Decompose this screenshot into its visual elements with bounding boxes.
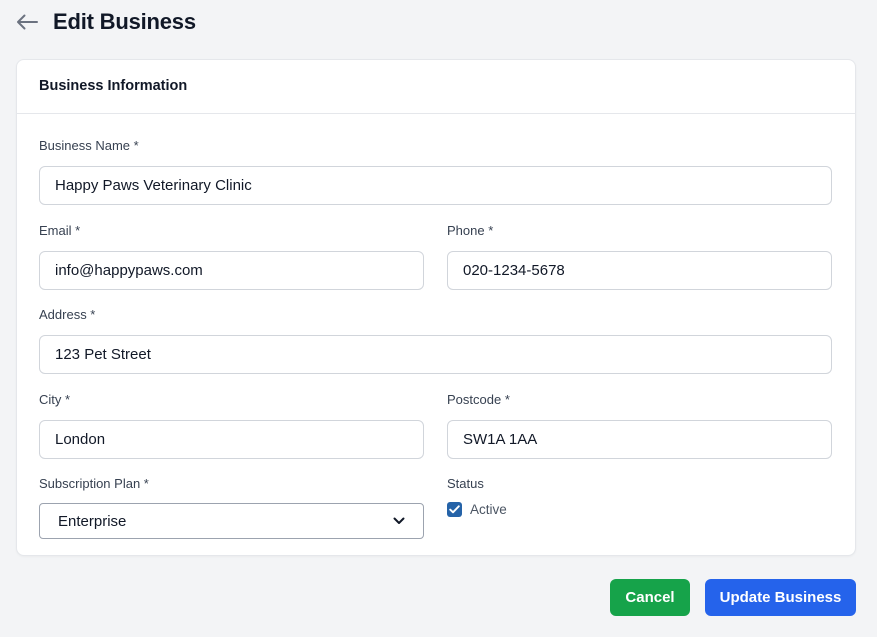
active-checkbox[interactable]: [447, 502, 462, 517]
subscription-plan-label: Subscription Plan *: [39, 476, 149, 491]
status-label: Status: [447, 476, 484, 491]
email-input[interactable]: [39, 251, 424, 290]
checkmark-icon: [449, 505, 460, 514]
subscription-plan-value: Enterprise: [58, 512, 127, 530]
email-label: Email *: [39, 223, 81, 238]
page-title: Edit Business: [53, 9, 196, 34]
phone-input[interactable]: [447, 251, 832, 290]
business-name-label: Business Name *: [39, 138, 139, 153]
arrow-left-icon: [17, 14, 38, 30]
subscription-plan-field: Subscription Plan * Enterprise: [39, 476, 424, 539]
phone-field: Phone *: [447, 223, 832, 290]
city-label: City *: [39, 392, 71, 407]
email-field: Email *: [39, 223, 424, 290]
city-input[interactable]: [39, 420, 424, 459]
phone-label: Phone *: [447, 223, 494, 238]
business-name-input[interactable]: [39, 166, 832, 205]
postcode-label: Postcode *: [447, 392, 510, 407]
business-information-card: Business Information Business Name * Ema…: [16, 59, 856, 556]
status-field: Status Active: [447, 476, 832, 526]
address-label: Address *: [39, 307, 96, 322]
postcode-field: Postcode *: [447, 392, 832, 459]
card-header: Business Information: [17, 60, 855, 114]
page-header: Edit Business: [14, 8, 196, 36]
subscription-plan-select[interactable]: Enterprise: [39, 503, 424, 539]
back-button[interactable]: [14, 9, 40, 35]
cancel-button[interactable]: Cancel: [610, 579, 690, 616]
chevron-down-icon: [393, 515, 405, 527]
edit-business-page: Edit Business Business Information Busin…: [0, 0, 877, 637]
postcode-input[interactable]: [447, 420, 832, 459]
address-input[interactable]: [39, 335, 832, 374]
active-checkbox-label: Active: [470, 502, 507, 517]
business-name-field: Business Name *: [39, 138, 832, 205]
active-checkbox-row[interactable]: Active: [447, 502, 507, 517]
update-business-button[interactable]: Update Business: [705, 579, 856, 616]
address-field: Address *: [39, 307, 832, 374]
city-field: City *: [39, 392, 424, 459]
card-title: Business Information: [39, 78, 188, 94]
